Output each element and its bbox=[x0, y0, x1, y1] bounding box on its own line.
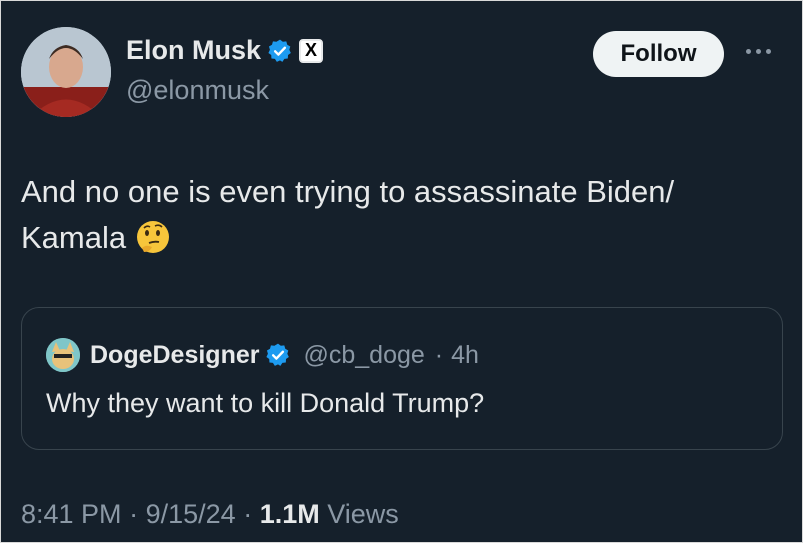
quoted-author-handle[interactable]: @cb_doge bbox=[303, 341, 424, 370]
meta-separator: · bbox=[243, 499, 253, 529]
views-label: Views bbox=[327, 499, 399, 529]
author-avatar[interactable] bbox=[21, 27, 111, 117]
follow-button[interactable]: Follow bbox=[593, 31, 724, 77]
quoted-time[interactable]: 4h bbox=[451, 341, 479, 370]
author-name-row: Elon Musk X bbox=[126, 35, 324, 66]
tweet-date[interactable]: 9/15/24 bbox=[146, 499, 236, 529]
more-horizontal-icon[interactable] bbox=[746, 41, 782, 61]
quoted-verified-badge-icon bbox=[265, 342, 291, 368]
author-display-name[interactable]: Elon Musk bbox=[126, 35, 261, 66]
tweet-text: And no one is even trying to assassinate… bbox=[21, 174, 675, 255]
author-handle[interactable]: @elonmusk bbox=[126, 75, 269, 106]
x-affiliate-icon: X bbox=[299, 38, 324, 63]
quoted-tweet-header: DogeDesigner @cb_doge · 4h bbox=[46, 338, 479, 372]
quoted-author-avatar[interactable] bbox=[46, 338, 80, 372]
quoted-author-display-name[interactable]: DogeDesigner bbox=[90, 341, 259, 370]
verified-badge-icon bbox=[267, 38, 293, 64]
tweet-header: Elon Musk X @elonmusk Follow bbox=[21, 27, 782, 117]
views-count: 1.1M bbox=[259, 499, 320, 529]
tweet-card: Elon Musk X @elonmusk Follow And no one … bbox=[0, 0, 803, 543]
quoted-tweet-text: Why they want to kill Donald Trump? bbox=[46, 388, 485, 418]
tweet-meta: 8:41 PM · 9/15/24 · 1.1M Views bbox=[21, 499, 399, 530]
thinking-face-emoji-icon bbox=[134, 218, 172, 256]
quoted-tweet[interactable]: DogeDesigner @cb_doge · 4h Why they want… bbox=[21, 307, 783, 450]
tweet-body: And no one is even trying to assassinate… bbox=[21, 169, 781, 261]
quoted-separator: · bbox=[434, 340, 444, 369]
tweet-time[interactable]: 8:41 PM bbox=[21, 499, 122, 529]
meta-separator: · bbox=[129, 499, 139, 529]
